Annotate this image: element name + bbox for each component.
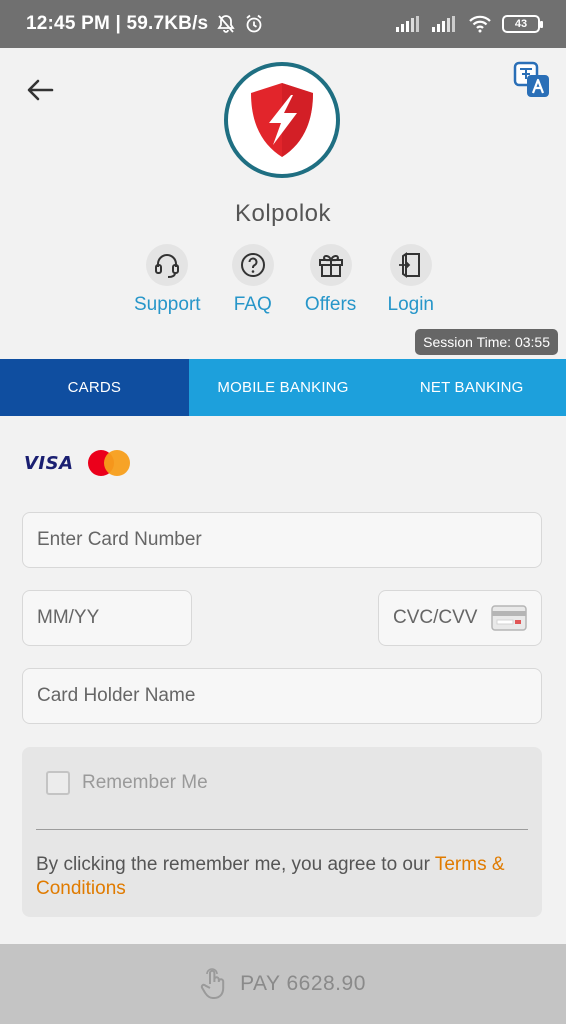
terms-prefix: By clicking the remember me, you agree t… [36,854,435,875]
mastercard-logo-icon [87,450,130,476]
remember-me-checkbox[interactable] [46,771,70,795]
status-right: 43 [396,15,543,33]
card-number-field[interactable] [22,512,542,568]
card-brands: VISA [24,450,130,476]
shield-bolt-logo-icon [251,83,313,157]
login-label: Login [387,294,435,315]
back-button[interactable] [22,72,58,108]
faq-label: FAQ [233,294,272,315]
arrow-left-icon [27,79,54,101]
card-back-icon [491,605,527,631]
battery-icon: 43 [502,15,543,33]
payment-method-tabs: CARDS MOBILE BANKING NET BANKING [0,359,566,416]
terms-text: By clicking the remember me, you agree t… [36,853,528,901]
divider [36,829,528,830]
support-label: Support [134,294,201,315]
login-link[interactable]: Login [387,244,435,316]
merchant-logo [224,62,340,178]
muted-bell-icon [216,14,236,34]
card-holder-input[interactable] [37,685,527,707]
cvc-field[interactable] [378,590,542,646]
question-icon [231,244,274,286]
merchant-name: Kolpolok [234,200,332,227]
header: Kolpolok Support FAQ Offers Login Sessio… [0,48,566,359]
login-door-icon [389,244,432,286]
status-bar: 12:45 PM | 59.7KB/s 43 [0,0,566,48]
cvc-input[interactable] [393,607,487,629]
signal-icon-2 [432,16,458,32]
language-switch-button[interactable] [512,60,552,100]
session-timer: Session Time: 03:55 [415,329,558,355]
signal-icon [396,16,422,32]
card-number-input[interactable] [37,529,527,551]
remember-me-panel: Remember Me By clicking the remember me,… [22,747,542,917]
expiry-input[interactable] [37,607,177,629]
wifi-icon [468,15,492,33]
status-time-speed: 12:45 PM | 59.7KB/s [26,13,209,34]
card-holder-field[interactable] [22,668,542,724]
expiry-field[interactable] [22,590,192,646]
offers-label: Offers [304,294,357,315]
support-link[interactable]: Support [134,244,201,316]
pay-button[interactable]: PAY 6628.90 [0,944,566,1024]
remember-me-row[interactable]: Remember Me [46,771,208,795]
offers-link[interactable]: Offers [305,244,356,316]
headset-icon [146,244,189,286]
tab-net-banking[interactable]: NET BANKING [377,359,566,416]
remember-me-label: Remember Me [82,772,208,793]
translate-icon [513,61,549,97]
alarm-clock-icon [244,14,264,34]
gift-icon [309,244,352,286]
tab-mobile-banking[interactable]: MOBILE BANKING [188,359,378,416]
quick-links: Support FAQ Offers Login [134,244,434,316]
faq-link[interactable]: FAQ [231,244,274,316]
visa-logo: VISA [24,452,74,474]
status-left: 12:45 PM | 59.7KB/s [26,13,264,35]
pay-label: PAY 6628.90 [240,972,366,995]
hand-pointer-icon [200,968,225,999]
tab-cards[interactable]: CARDS [0,359,189,416]
